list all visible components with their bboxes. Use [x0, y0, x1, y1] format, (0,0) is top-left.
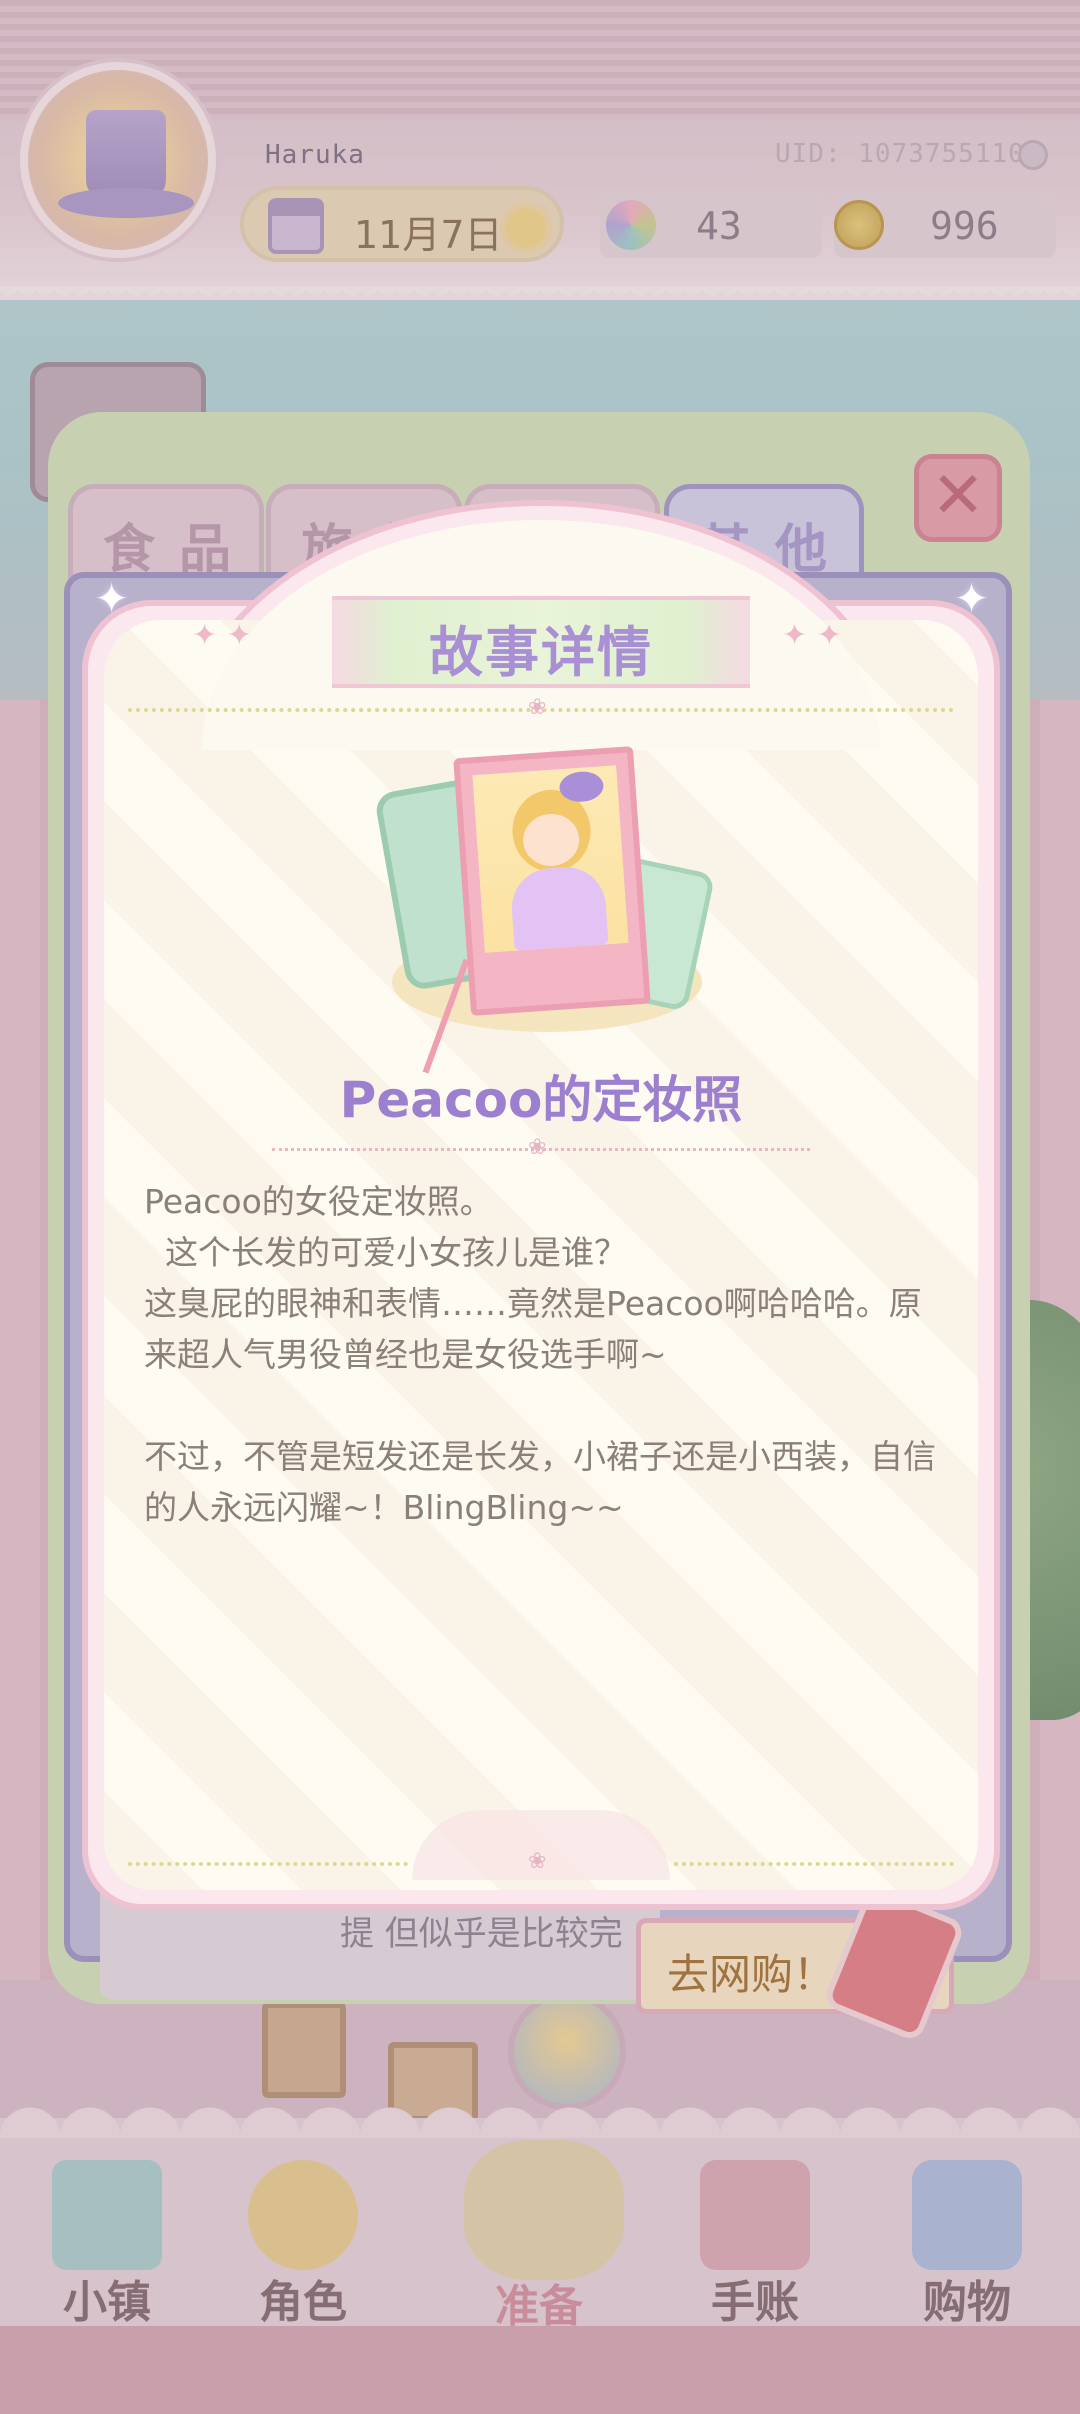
item-name: Peacoo的定妆照: [339, 1071, 743, 1129]
calendar-icon: [268, 198, 324, 254]
player-name: Haruka: [265, 140, 365, 170]
nav-shopping[interactable]: 购物: [882, 2150, 1052, 2330]
diary-icon: [700, 2160, 810, 2270]
flower-count: 43: [696, 204, 742, 248]
sparkle-icon: ✦: [954, 574, 990, 623]
item-description: Peacoo的女役定妆照。 这个长发的可爱小女孩儿是谁？ 这臭屁的眼神和表情………: [144, 1182, 936, 1527]
flower-currency[interactable]: 43: [600, 192, 822, 258]
coin-count: 996: [930, 204, 999, 248]
coin-icon: [834, 200, 884, 250]
bow-icon: ❀: [528, 695, 547, 720]
sparkle-icon: ✦: [94, 574, 130, 623]
nav-label: 小镇: [63, 2277, 151, 2328]
nav-label: 手账: [711, 2277, 799, 2328]
top-hud: Haruka UID: 1073755110 11月7日 43 996: [0, 0, 1080, 304]
coin-currency[interactable]: 996: [834, 192, 1056, 258]
character-portrait: [508, 1992, 626, 2110]
player-uid: UID: 1073755110: [775, 139, 1025, 169]
flower-icon: [606, 200, 656, 250]
sparkle-icon: ✦ ✦: [192, 618, 252, 653]
nav-character[interactable]: 角色: [218, 2150, 388, 2330]
nav-label: 角色: [259, 2277, 347, 2328]
wall-picture-frame: [262, 2002, 346, 2098]
nav-label: 购物: [923, 2277, 1011, 2328]
item-illustration: [373, 746, 716, 1086]
shop-item-card-text: 提 但似乎是比较完: [340, 1914, 623, 1954]
bow-icon: ❀: [528, 1849, 547, 1874]
sparkle-icon: ✦ ✦: [782, 618, 842, 653]
nav-diary[interactable]: 手账: [670, 2150, 840, 2330]
date-text: 11月7日: [354, 213, 503, 257]
player-avatar[interactable]: [20, 62, 216, 258]
date-display: 11月7日: [240, 186, 564, 262]
picnic-basket-icon: [464, 2140, 624, 2280]
map-icon: [52, 2160, 162, 2270]
top-hat-icon: [86, 110, 166, 200]
sun-icon: [506, 208, 546, 248]
character-icon: [248, 2160, 358, 2270]
shopping-bag-icon: [912, 2160, 1022, 2270]
bow-icon: ❀: [528, 1135, 547, 1160]
story-detail-modal: ✦ ✦ ✦ ✦ ✦ ✦ 故事详情 ❀ Peacoo的定妆照 ❀ Peacoo的女…: [82, 500, 1000, 1910]
modal-title: 故事详情: [429, 621, 653, 684]
nav-prepare[interactable]: 准备: [414, 2140, 664, 2332]
copy-icon[interactable]: [1018, 140, 1048, 170]
nav-label: 准备: [495, 2281, 583, 2332]
modal-title-banner: 故事详情: [332, 596, 750, 688]
nav-town[interactable]: 小镇: [22, 2150, 192, 2330]
